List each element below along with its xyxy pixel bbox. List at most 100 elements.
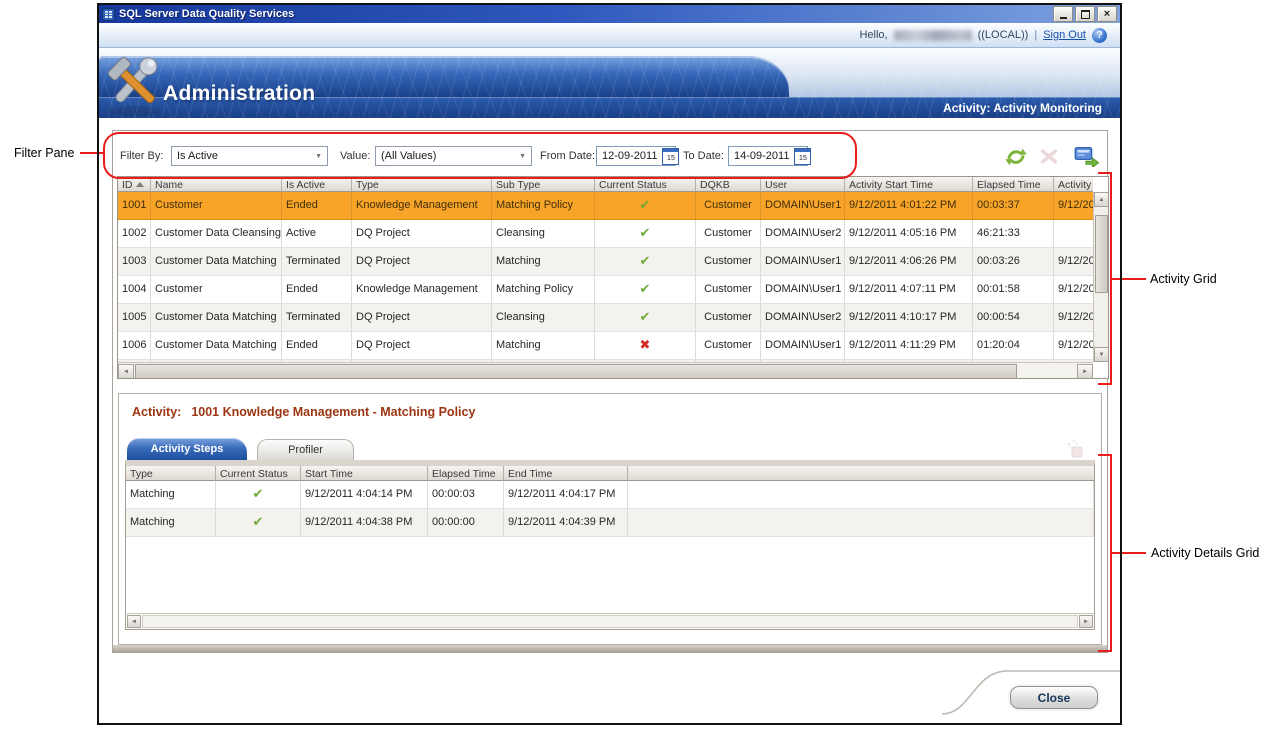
column-header-end[interactable]: Activity xyxy=(1054,177,1093,192)
cell-end: 9/12/2011 4:04:17 PM xyxy=(504,481,628,508)
close-window-button[interactable]: × xyxy=(1097,6,1117,22)
column-header-type[interactable]: Type xyxy=(126,466,216,481)
cell-end: 9/12/20 xyxy=(1054,332,1093,359)
column-header-name[interactable]: Name xyxy=(151,177,282,192)
minimize-icon xyxy=(1060,17,1067,19)
greeting-text: Hello, xyxy=(859,29,887,41)
scroll-right-button[interactable]: ► xyxy=(1077,364,1093,379)
column-header-id[interactable]: ID xyxy=(118,177,151,192)
column-header-start[interactable]: Start Time xyxy=(301,466,428,481)
horizontal-scrollbar[interactable]: ◄ ► xyxy=(118,362,1093,379)
cell-dqkb: Customer xyxy=(696,304,761,331)
cell-filler xyxy=(628,481,1094,508)
activity-row-1004[interactable]: 1004CustomerEndedKnowledge ManagementMat… xyxy=(118,276,1093,304)
step-row-2[interactable]: Matching✔9/12/2011 4:04:38 PM00:00:009/1… xyxy=(126,509,1094,537)
column-header-status[interactable]: Current Status xyxy=(595,177,696,192)
calendar-icon-top xyxy=(795,149,810,152)
activity-row-1006[interactable]: 1006Customer Data MatchingEndedDQ Projec… xyxy=(118,332,1093,360)
cell-is_active: Ended xyxy=(282,332,352,359)
close-button[interactable]: Close xyxy=(1010,686,1098,709)
column-header-end[interactable]: End Time xyxy=(504,466,628,481)
horizontal-scrollbar[interactable]: ◄ ► xyxy=(126,613,1094,629)
cell-dqkb: Customer xyxy=(696,276,761,303)
column-header-type[interactable]: Type xyxy=(352,177,492,192)
filter-by-select[interactable]: Is Active ▼ xyxy=(171,146,328,166)
cell-user: DOMAIN\User1 xyxy=(761,248,845,275)
tab-profiler[interactable]: Profiler xyxy=(257,439,354,460)
cell-elapsed: 00:00:00 xyxy=(428,509,504,536)
column-header-filler[interactable] xyxy=(628,466,1094,481)
annotation-bracket xyxy=(1098,454,1110,456)
calendar-icon[interactable]: 15 xyxy=(662,148,679,165)
help-icon[interactable]: ? xyxy=(1092,28,1107,43)
cell-sub_type: Matching Policy xyxy=(492,192,595,219)
tab-activity-steps[interactable]: Activity Steps xyxy=(127,438,247,460)
scrollbar-thumb[interactable] xyxy=(135,364,1017,379)
cell-start: 9/12/2011 4:11:29 PM xyxy=(845,332,973,359)
restore-button[interactable] xyxy=(1075,6,1095,22)
cell-id: 1005 xyxy=(118,304,151,331)
to-date-picker[interactable]: 14-09-2011 15 xyxy=(728,146,808,166)
to-date-value: 14-09-2011 xyxy=(734,150,789,162)
scroll-right-button[interactable]: ► xyxy=(1079,615,1093,628)
cell-dqkb: Customer xyxy=(696,192,761,219)
scroll-left-button[interactable]: ◄ xyxy=(118,364,134,379)
cell-start: 9/12/2011 4:01:22 PM xyxy=(845,192,973,219)
column-header-user[interactable]: User xyxy=(761,177,845,192)
minimize-button[interactable] xyxy=(1053,6,1073,22)
scroll-down-button[interactable]: ▼ xyxy=(1094,347,1109,362)
vertical-scrollbar[interactable]: ▲ ▼ xyxy=(1093,192,1109,362)
cell-type: DQ Project xyxy=(352,248,492,275)
activity-row-1002[interactable]: 1002Customer Data CleansingActiveDQ Proj… xyxy=(118,220,1093,248)
activity-row-1005[interactable]: 1005Customer Data MatchingTerminatedDQ P… xyxy=(118,304,1093,332)
value-select[interactable]: (All Values) ▼ xyxy=(375,146,532,166)
current-status-cell: ✔ xyxy=(595,248,696,275)
cell-dqkb: Customer xyxy=(696,248,761,275)
column-header-sub_type[interactable]: Sub Type xyxy=(492,177,595,192)
column-header-elapsed[interactable]: Elapsed Time xyxy=(973,177,1054,192)
status-success-icon: ✔ xyxy=(253,486,264,501)
cell-is_active: Ended xyxy=(282,276,352,303)
scroll-up-button[interactable]: ▲ xyxy=(1094,192,1109,207)
status-fail-icon: ✖ xyxy=(640,337,651,352)
details-title-row: Activity: 1001 Knowledge Management - Ma… xyxy=(132,405,475,419)
page-title: Administration xyxy=(163,82,315,106)
refresh-icon[interactable] xyxy=(1004,146,1028,167)
cell-user: DOMAIN\User1 xyxy=(761,192,845,219)
status-success-icon: ✔ xyxy=(640,253,651,268)
calendar-icon[interactable]: 15 xyxy=(794,148,811,165)
sign-out-link[interactable]: Sign Out xyxy=(1043,29,1086,41)
column-header-dqkb[interactable]: DQKB xyxy=(696,177,761,192)
activity-row-1003[interactable]: 1003Customer Data MatchingTerminatedDQ P… xyxy=(118,248,1093,276)
terminate-icon-disabled xyxy=(1038,147,1060,166)
step-row-1[interactable]: Matching✔9/12/2011 4:04:14 PM00:00:039/1… xyxy=(126,481,1094,509)
scrollbar-thumb[interactable] xyxy=(142,615,1078,628)
column-header-is_active[interactable]: Is Active xyxy=(282,177,352,192)
column-header-status[interactable]: Current Status xyxy=(216,466,301,481)
export-icon[interactable] xyxy=(1074,146,1100,167)
annotation-activity-details-grid-label: Activity Details Grid xyxy=(1151,546,1259,560)
chevron-down-icon: ▼ xyxy=(310,153,327,160)
activity-row-1001[interactable]: 1001CustomerEndedKnowledge ManagementMat… xyxy=(118,192,1093,220)
page: SQL Server Data Quality Services × Hello… xyxy=(0,0,1265,730)
cell-end: 9/12/2011 4:04:39 PM xyxy=(504,509,628,536)
scrollbar-thumb[interactable] xyxy=(1095,215,1108,293)
column-header-start[interactable]: Activity Start Time xyxy=(845,177,973,192)
cell-elapsed: 01:20:04 xyxy=(973,332,1054,359)
current-status-cell: ✔ xyxy=(216,481,301,508)
cell-user: DOMAIN\User2 xyxy=(761,304,845,331)
details-action-icon-disabled xyxy=(1065,439,1085,459)
restore-icon xyxy=(1081,10,1090,19)
status-success-icon: ✔ xyxy=(253,514,264,529)
cell-type: Matching xyxy=(126,481,216,508)
close-icon: × xyxy=(1104,9,1110,19)
from-date-picker[interactable]: 12-09-2011 15 xyxy=(596,146,676,166)
app-icon xyxy=(102,8,115,21)
column-header-elapsed[interactable]: Elapsed Time xyxy=(428,466,504,481)
filter-by-value: Is Active xyxy=(177,150,218,162)
window-title: SQL Server Data Quality Services xyxy=(119,8,294,20)
window-titlebar: SQL Server Data Quality Services × xyxy=(99,5,1120,23)
cell-user: DOMAIN\User1 xyxy=(761,276,845,303)
cell-elapsed: 00:01:58 xyxy=(973,276,1054,303)
scroll-left-button[interactable]: ◄ xyxy=(127,615,141,628)
